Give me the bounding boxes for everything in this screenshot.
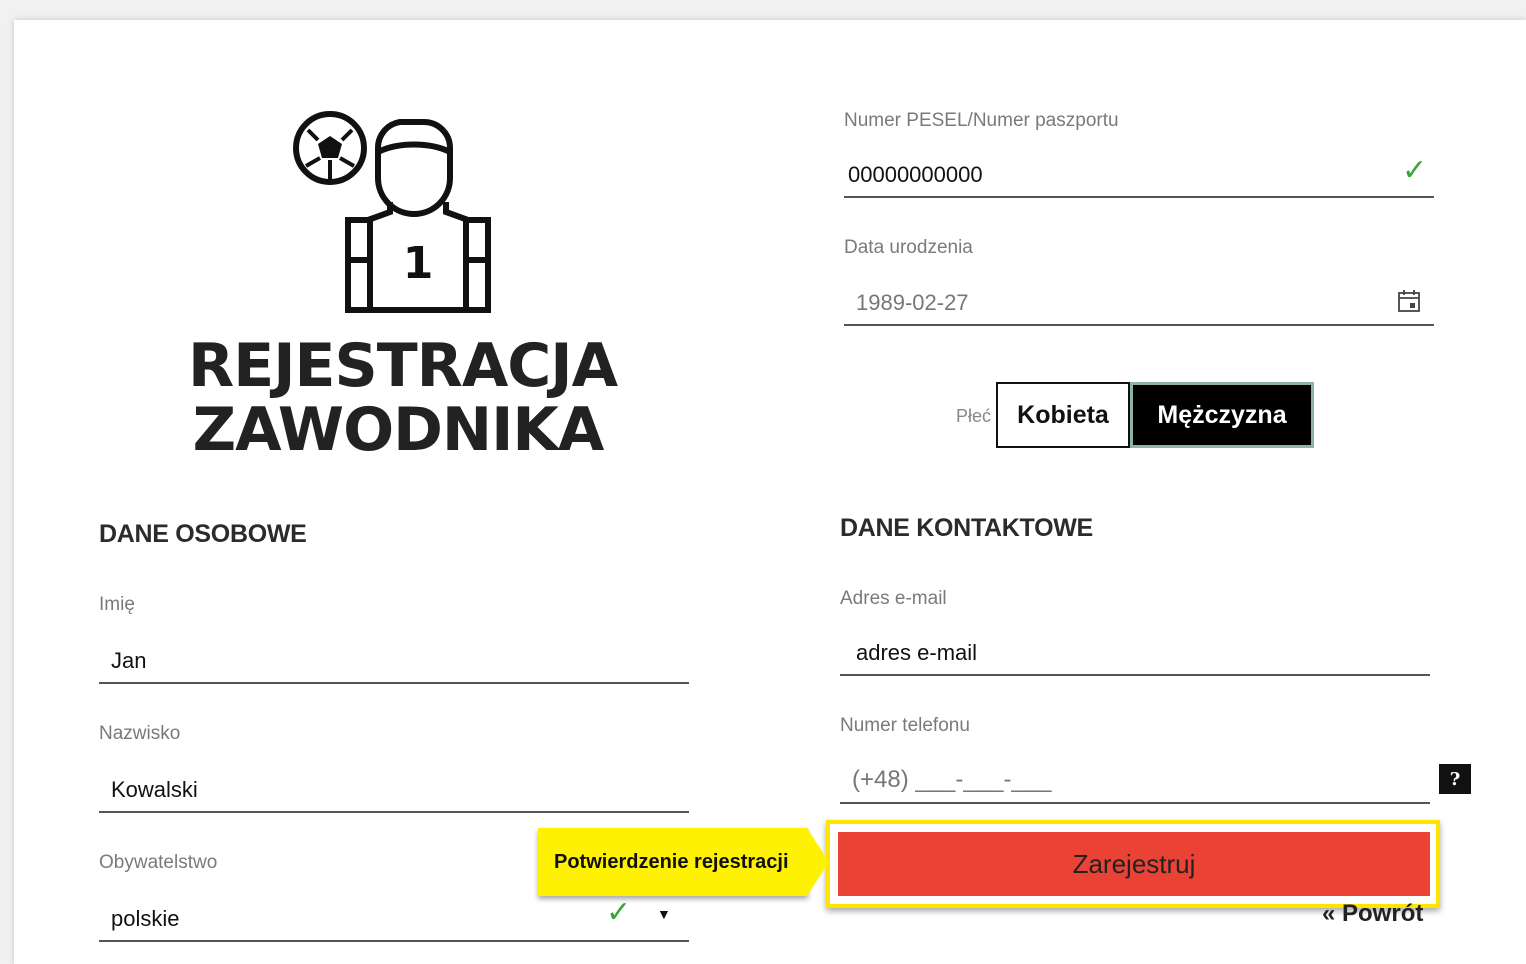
first-name-input[interactable]: Jan <box>99 640 689 684</box>
gender-option-male[interactable]: Mężczyzna <box>1130 382 1314 448</box>
first-name-label: Imię <box>99 594 135 615</box>
phone-input[interactable]: (+48) ___-___-___ <box>840 760 1430 804</box>
pesel-label: Numer PESEL/Numer paszportu <box>844 110 1119 131</box>
annotation-callout-arrow <box>807 828 829 896</box>
logo-number: 1 <box>403 238 434 289</box>
last-name-label: Nazwisko <box>99 723 181 744</box>
gender-label: Płeć <box>956 406 992 426</box>
annotation-callout: Potwierdzenie rejestracji <box>538 828 808 896</box>
pesel-valid-check-icon: ✓ <box>1402 153 1428 188</box>
chevron-down-icon[interactable]: ▼ <box>657 906 671 922</box>
football-player-icon: 1 <box>293 111 491 313</box>
page-title: REJESTRACJA ZAWODNIKA <box>188 331 618 465</box>
citizenship-label: Obywatelstwo <box>99 852 218 873</box>
citizenship-select[interactable]: polskie <box>99 898 689 942</box>
page-title-line2: ZAWODNIKA <box>192 395 605 465</box>
citizenship-value: polskie <box>111 906 180 931</box>
phone-label: Numer telefonu <box>840 715 970 736</box>
email-input[interactable]: adres e-mail <box>840 632 1430 676</box>
page-title-line1: REJESTRACJA <box>188 331 618 401</box>
phone-placeholder: (+48) ___-___-___ <box>852 766 1052 793</box>
last-name-value: Kowalski <box>111 777 198 802</box>
last-name-input[interactable]: Kowalski <box>99 769 689 813</box>
calendar-icon[interactable] <box>1397 289 1421 313</box>
gender-option-female[interactable]: Kobieta <box>996 382 1130 448</box>
phone-help-button[interactable]: ? <box>1439 764 1471 794</box>
citizenship-valid-check-icon: ✓ <box>606 895 632 930</box>
email-placeholder: adres e-mail <box>856 640 978 665</box>
personal-section-heading: DANE OSOBOWE <box>99 520 307 548</box>
first-name-value: Jan <box>111 648 147 673</box>
contact-section-heading: DANE KONTAKTOWE <box>840 514 1093 542</box>
gender-toggle: Kobieta Mężczyzna <box>996 382 1314 450</box>
register-button[interactable]: Zarejestruj <box>838 832 1430 896</box>
birthdate-value: 1989-02-27 <box>856 290 969 315</box>
birthdate-label: Data urodzenia <box>844 237 973 258</box>
back-link[interactable]: « Powrót <box>1322 900 1423 928</box>
birthdate-input[interactable]: 1989-02-27 <box>844 282 1434 326</box>
pesel-input[interactable]: 00000000000 <box>844 154 1434 198</box>
pesel-value: 00000000000 <box>848 162 983 187</box>
email-label: Adres e-mail <box>840 588 947 609</box>
